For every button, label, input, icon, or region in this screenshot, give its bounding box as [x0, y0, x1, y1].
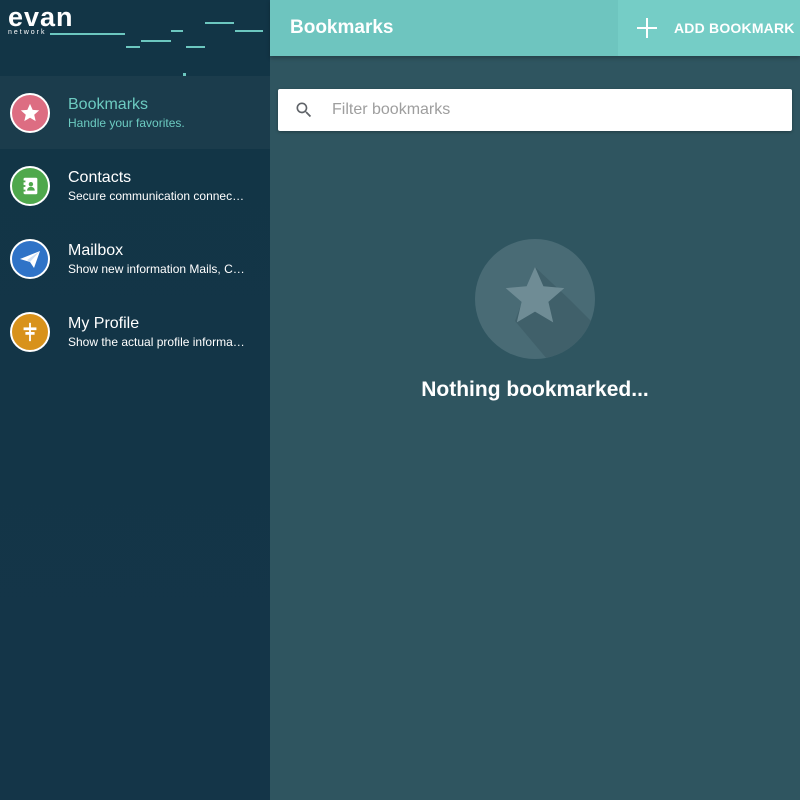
- empty-state-message: Nothing bookmarked...: [421, 378, 649, 401]
- profile-signpost-icon: [10, 311, 50, 352]
- search-bar: [278, 89, 792, 131]
- contacts-book-icon: [10, 165, 50, 206]
- star-icon: [10, 92, 50, 133]
- sidebar-item-bookmarks[interactable]: Bookmarks Handle your favorites.: [0, 76, 270, 149]
- decorative-dash: [186, 46, 205, 48]
- sidebar-item-mailbox[interactable]: Mailbox Show new information Mails, C…: [0, 222, 270, 295]
- page-title: Bookmarks: [290, 17, 394, 38]
- brand[interactable]: evan network: [0, 0, 270, 76]
- decorative-dash: [205, 22, 234, 24]
- logo-subtitle: network: [8, 29, 47, 36]
- app-header: Bookmarks ADD BOOKMARK: [270, 0, 800, 56]
- sidebar-nav: Bookmarks Handle your favorites. Contact…: [0, 76, 270, 368]
- search-icon: [294, 100, 314, 120]
- search-input[interactable]: [332, 89, 772, 131]
- logo-text: evan: [8, 2, 74, 32]
- plus-icon: [636, 17, 658, 39]
- sidebar-item-description: Show the actual profile informa…: [68, 334, 245, 349]
- sidebar-item-description: Show new information Mails, C…: [68, 261, 245, 276]
- decorative-dash: [171, 30, 183, 32]
- sidebar-item-contacts[interactable]: Contacts Secure communication connec…: [0, 149, 270, 222]
- sidebar-item-my-profile[interactable]: My Profile Show the actual profile infor…: [0, 295, 270, 368]
- sidebar-item-title: My Profile: [68, 314, 140, 332]
- sidebar-item-title: Mailbox: [68, 241, 124, 259]
- sidebar-item-description: Handle your favorites.: [68, 115, 185, 130]
- mail-plane-icon: [10, 238, 50, 279]
- empty-state-star-icon: [475, 239, 595, 359]
- sidebar-item-title: Bookmarks: [68, 95, 149, 113]
- decorative-dash: [235, 30, 263, 32]
- sidebar: evan network Bookmarks Handle your favor…: [0, 0, 270, 800]
- add-bookmark-button[interactable]: ADD BOOKMARK: [618, 0, 800, 56]
- sidebar-item-description: Secure communication connec…: [68, 188, 245, 203]
- decorative-dash: [50, 33, 125, 35]
- sidebar-item-title: Contacts: [68, 168, 132, 186]
- decorative-dash: [141, 40, 171, 42]
- add-bookmark-label: ADD BOOKMARK: [674, 20, 795, 36]
- decorative-dash: [126, 46, 140, 48]
